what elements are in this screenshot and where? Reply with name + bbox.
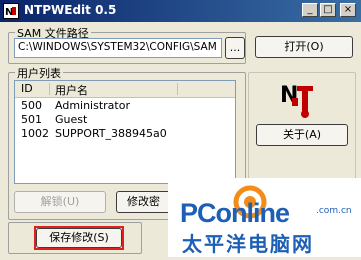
pconline-watermark: PConline .com.cn 太平洋电脑网 — [168, 178, 361, 257]
column-header-username[interactable]: 用户名 — [55, 82, 88, 97]
unlock-button[interactable]: 解锁(U) — [14, 191, 106, 213]
save-button-highlight — [34, 226, 124, 250]
user-id: 500 — [21, 99, 42, 112]
watermark-chinese-text: 太平洋电脑网 — [182, 232, 314, 256]
watermark-main-text: PConline — [180, 198, 290, 228]
user-name: SUPPORT_388945a0 — [55, 127, 167, 140]
table-row[interactable]: 500 Administrator — [15, 99, 235, 113]
table-row[interactable]: 1002 SUPPORT_388945a0 — [15, 127, 235, 141]
title-bar: N NTPWEdit 0.5 _ □ × — [0, 0, 361, 22]
change-password-button[interactable]: 修改密 — [116, 191, 176, 213]
browse-button[interactable]: ... — [225, 37, 245, 59]
column-separator — [49, 83, 50, 95]
minimize-button[interactable]: _ — [302, 3, 318, 17]
table-row[interactable]: 501 Guest — [15, 113, 235, 127]
window-title: NTPWEdit 0.5 — [24, 3, 117, 17]
sam-path-field[interactable]: C:\WINDOWS\SYSTEM32\CONFIG\SAM — [14, 38, 222, 58]
ntpwedit-logo-icon: N — [280, 80, 316, 120]
user-list[interactable]: ID 用户名 500 Administrator 501 Guest 1002 … — [14, 80, 236, 184]
user-list-header: ID 用户名 — [15, 81, 235, 98]
user-id: 1002 — [21, 127, 49, 140]
user-list-group-label: 用户列表 — [15, 65, 63, 81]
user-id: 501 — [21, 113, 42, 126]
close-button[interactable]: × — [340, 3, 356, 17]
app-icon: N — [3, 3, 19, 19]
user-name: Administrator — [55, 99, 130, 112]
column-separator — [177, 83, 178, 95]
open-button[interactable]: 打开(O) — [255, 36, 353, 58]
watermark-domain-text: .com.cn — [316, 206, 352, 216]
user-name: Guest — [55, 113, 88, 126]
column-header-id[interactable]: ID — [21, 82, 33, 96]
maximize-button[interactable]: □ — [320, 3, 336, 17]
about-button[interactable]: 关于(A) — [256, 124, 348, 146]
